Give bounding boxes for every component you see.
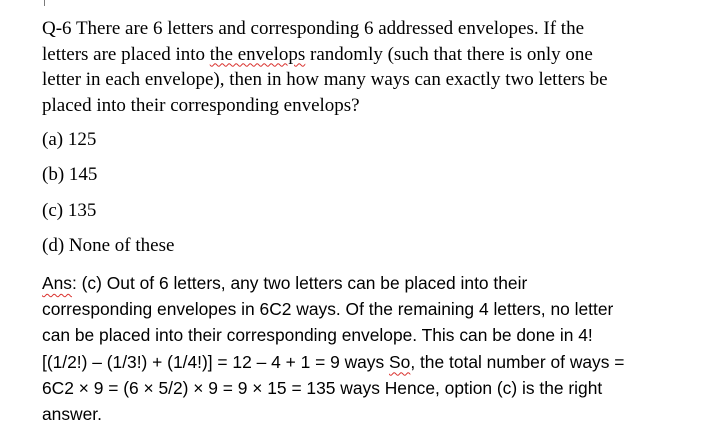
answer-line-1-text: : (c) Out of 6 letters, any two letters …	[71, 273, 528, 293]
option-b: (b) 145	[42, 164, 98, 185]
answer-line-4: [(1/2!) – (1/3!) + (1/4!)] = 12 – 4 + 1 …	[42, 349, 692, 375]
answer-line-4-start: [(1/2!) – (1/3!) + (1/4!)] = 12 – 4 + 1 …	[42, 351, 390, 372]
question-line-1: Q-6 There are 6 letters and correspondin…	[42, 18, 585, 39]
spellcheck-flagged-word-so[interactable]: So	[389, 352, 410, 372]
question-line-2-end: randomly (such that there is only one	[305, 43, 593, 65]
option-a: (a) 125	[42, 129, 97, 150]
answer-line-4-end: , the total number of ways =	[410, 351, 625, 372]
question-line-2-start: letters are placed into	[42, 43, 210, 65]
spellcheck-flagged-word-ans[interactable]: Ans	[42, 273, 72, 293]
answer-line-6: answer.	[42, 404, 102, 425]
answer-paragraph: Ans: (c) Out of 6 letters, any two lette…	[42, 270, 692, 427]
spellcheck-flagged-phrase[interactable]: the envelops	[210, 44, 306, 65]
answer-line-1: Ans: (c) Out of 6 letters, any two lette…	[42, 270, 692, 296]
document-page: Q-6 There are 6 letters and correspondin…	[0, 0, 702, 439]
question-line-2: letters are placed into the envelops ran…	[42, 42, 682, 68]
option-c: (c) 135	[42, 200, 97, 221]
question-paragraph: Q-6 There are 6 letters and correspondin…	[42, 16, 682, 118]
question-line-4: placed into their corresponding envelops…	[42, 94, 360, 116]
question-line-3: letter in each envelope), then in how ma…	[42, 69, 608, 90]
answer-line-5: 6C2 × 9 = (6 × 5/2) × 9 = 9 × 15 = 135 w…	[42, 377, 603, 398]
text-cursor-mark	[44, 0, 45, 6]
option-d: (d) None of these	[42, 235, 175, 256]
answer-line-2: corresponding envelopes in 6C2 ways. Of …	[42, 299, 614, 320]
answer-line-3: can be placed into their corresponding e…	[42, 325, 593, 346]
